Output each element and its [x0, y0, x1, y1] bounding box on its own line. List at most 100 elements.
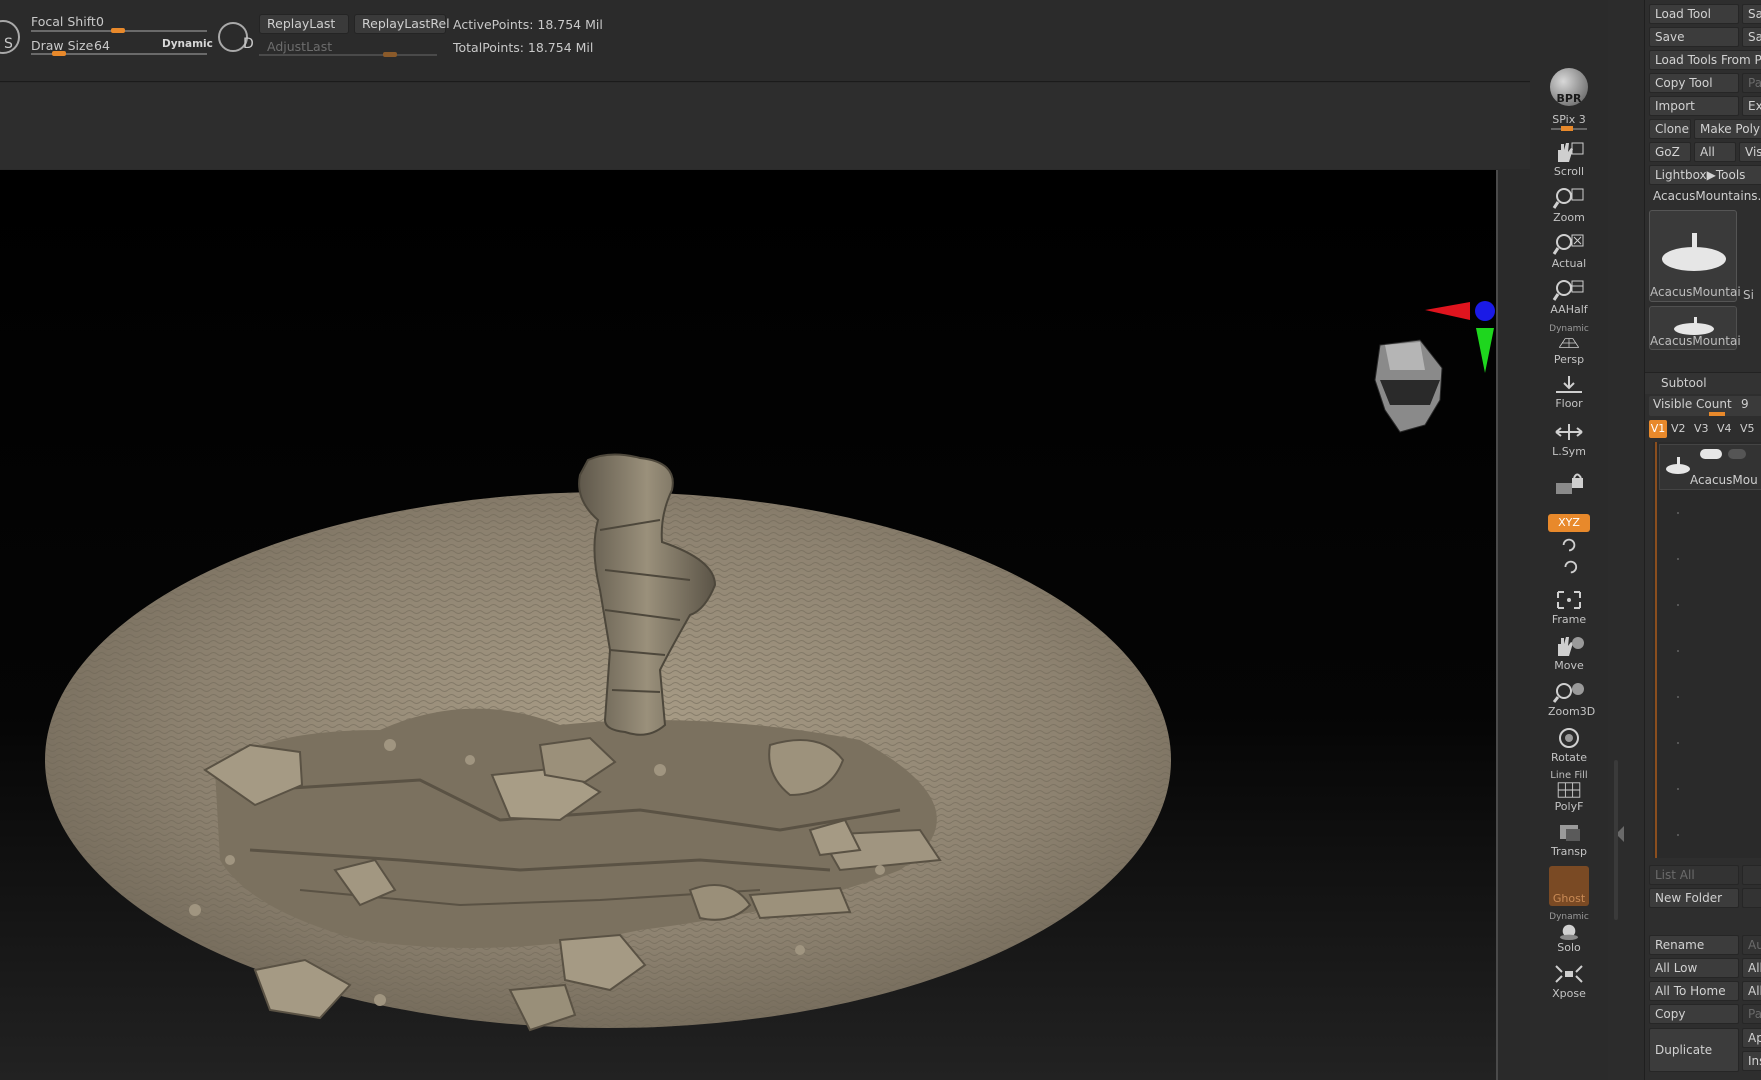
tool-thumbnail-second[interactable]: AcacusMountai — [1649, 306, 1741, 350]
adjust-last-slider[interactable] — [259, 54, 437, 56]
xyz-button[interactable]: XYZ — [1548, 514, 1590, 532]
solo-button[interactable]: Dynamic Solo — [1548, 912, 1590, 954]
auto-reorder-button[interactable]: Au — [1742, 935, 1761, 955]
panel-scrollbar[interactable] — [1614, 760, 1618, 920]
tool-thumbnail-main[interactable]: AcacusMountai — [1649, 210, 1741, 302]
rotate-y-button[interactable] — [1548, 536, 1590, 554]
top-toolbar: S Focal Shift 0 Draw Size 64 Dynamic D R… — [0, 0, 1530, 82]
tool-panel: Load Tool Sa Save Sa Load Tools From P C… — [1644, 0, 1761, 1080]
tab-v3[interactable]: V3 — [1694, 420, 1709, 438]
bpr-button[interactable]: BPR — [1548, 68, 1590, 106]
duplicate-button[interactable]: Duplicate — [1649, 1028, 1739, 1072]
rotate-z-icon — [1564, 560, 1578, 574]
adjust-last-knob[interactable] — [383, 52, 397, 57]
polyf-button[interactable]: Line Fill PolyF — [1548, 770, 1590, 813]
camera-lock-icon — [1556, 473, 1583, 494]
zoom3d-button[interactable]: Zoom3D — [1548, 680, 1596, 718]
rotate-button[interactable]: Rotate — [1548, 726, 1590, 764]
list-all-arrow-button[interactable] — [1742, 865, 1761, 885]
clone-button[interactable]: Clone — [1649, 119, 1691, 139]
active-points-readout: ActivePoints: 18.754 Mil — [453, 17, 603, 32]
subtool-list-item[interactable]: AcacusMou — [1659, 444, 1761, 490]
tab-v1[interactable]: V1 — [1649, 420, 1667, 438]
load-tool-button[interactable]: Load Tool — [1649, 4, 1739, 24]
spix-label: SPix — [1552, 113, 1576, 126]
ghost-button[interactable]: Ghost — [1548, 866, 1590, 906]
rotate-label: Rotate — [1550, 751, 1587, 764]
solo-toggle-icon[interactable] — [1728, 449, 1746, 459]
rotate-y-icon — [1562, 538, 1576, 552]
current-tool-name: AcacusMountains. — [1653, 189, 1761, 203]
frame-icon — [1557, 591, 1581, 609]
persp-button[interactable]: Dynamic Persp — [1548, 324, 1590, 366]
axis-z — [1475, 301, 1495, 321]
scroll-button[interactable]: Scroll — [1548, 140, 1590, 178]
transp-button[interactable]: Transp — [1548, 820, 1590, 858]
import-button[interactable]: Import — [1649, 96, 1739, 116]
eye-toggle-icon[interactable] — [1700, 449, 1722, 459]
tab-v5[interactable]: V5 — [1740, 420, 1755, 438]
lightbox-tools-button[interactable]: Lightbox▶Tools — [1649, 165, 1761, 185]
list-all-button[interactable]: List All — [1649, 865, 1739, 885]
subtool-header[interactable]: Subtool — [1645, 372, 1761, 394]
dynamic-toggle[interactable]: Dynamic — [162, 38, 213, 50]
move-button[interactable]: Move — [1548, 634, 1590, 672]
goz-all-button[interactable]: All — [1694, 142, 1736, 162]
floor-button[interactable]: Floor — [1548, 372, 1590, 410]
paste-tool-button[interactable]: Pa — [1742, 73, 1761, 93]
make-polymesh-button[interactable]: Make Poly — [1694, 119, 1761, 139]
replay-last-rel-button[interactable]: ReplayLastRel — [354, 14, 450, 34]
goz-button[interactable]: GoZ — [1649, 142, 1691, 162]
save-button[interactable]: Save — [1649, 27, 1739, 47]
lsym-button[interactable]: L.Sym — [1548, 420, 1590, 458]
bpr-label: BPR — [1556, 92, 1582, 105]
goz-visible-button[interactable]: Vis — [1739, 142, 1761, 162]
save-2-button[interactable]: Sa — [1742, 27, 1761, 47]
all-low-button[interactable]: All Low — [1649, 958, 1739, 978]
new-folder-button[interactable]: New Folder — [1649, 888, 1739, 908]
tab-v2[interactable]: V2 — [1671, 420, 1686, 438]
focal-shift-label: Focal Shift — [31, 14, 96, 29]
panel-gap — [1608, 0, 1644, 1080]
copy-subtool-button[interactable]: Copy — [1649, 1004, 1739, 1024]
aahalf-button[interactable]: AAHalf — [1548, 278, 1590, 316]
s-label: S — [4, 36, 13, 52]
actual-button[interactable]: Actual — [1548, 232, 1590, 270]
replay-last-button[interactable]: ReplayLast — [259, 14, 349, 34]
tab-v4[interactable]: V4 — [1717, 420, 1732, 438]
zoom3d-label: Zoom3D — [1548, 705, 1596, 718]
ghost-label: Ghost — [1552, 892, 1586, 905]
xpose-button[interactable]: Xpose — [1548, 962, 1590, 1000]
visible-count-value: 9 — [1741, 397, 1749, 411]
insert-button[interactable]: Ins — [1742, 1051, 1761, 1071]
save-as-button[interactable]: Sa — [1742, 4, 1761, 24]
folder-extra-button[interactable] — [1742, 888, 1761, 908]
frame-button[interactable]: Frame — [1548, 588, 1590, 626]
paste-subtool-button[interactable]: Pa — [1742, 1004, 1761, 1024]
spix-slider[interactable]: SPix 3 — [1548, 112, 1590, 131]
all-to-target-button[interactable]: All — [1742, 981, 1761, 1001]
append-button[interactable]: Ap — [1742, 1028, 1761, 1048]
canvas-viewport[interactable] — [0, 170, 1498, 1080]
viewport-divider — [1496, 170, 1498, 1080]
aahalf-icon — [1552, 280, 1584, 301]
all-to-home-button[interactable]: All To Home — [1649, 981, 1739, 1001]
xpose-icon — [1555, 965, 1583, 983]
spix-value: 3 — [1578, 113, 1586, 126]
focal-shift-knob[interactable] — [111, 28, 125, 33]
zoom-button[interactable]: Zoom — [1548, 186, 1590, 224]
secondary-toolbar-strip — [0, 83, 1530, 169]
visible-count-slider[interactable]: Visible Count 9 — [1649, 396, 1761, 416]
rename-button[interactable]: Rename — [1649, 935, 1739, 955]
solo-dynamic-label: Dynamic — [1549, 912, 1589, 922]
visible-count-label: Visible Count — [1653, 397, 1732, 411]
all-high-button[interactable]: All — [1742, 958, 1761, 978]
load-tools-from-project-button[interactable]: Load Tools From P — [1649, 50, 1761, 70]
copy-tool-button[interactable]: Copy Tool — [1649, 73, 1739, 93]
lock-camera-button[interactable] — [1548, 468, 1590, 498]
draw-size-knob[interactable] — [52, 51, 66, 56]
mesh-thumbnail-small-icon — [1674, 317, 1714, 335]
rotate-z-button[interactable] — [1548, 558, 1590, 576]
transparency-icon — [1560, 825, 1580, 841]
export-button[interactable]: Ex — [1742, 96, 1761, 116]
